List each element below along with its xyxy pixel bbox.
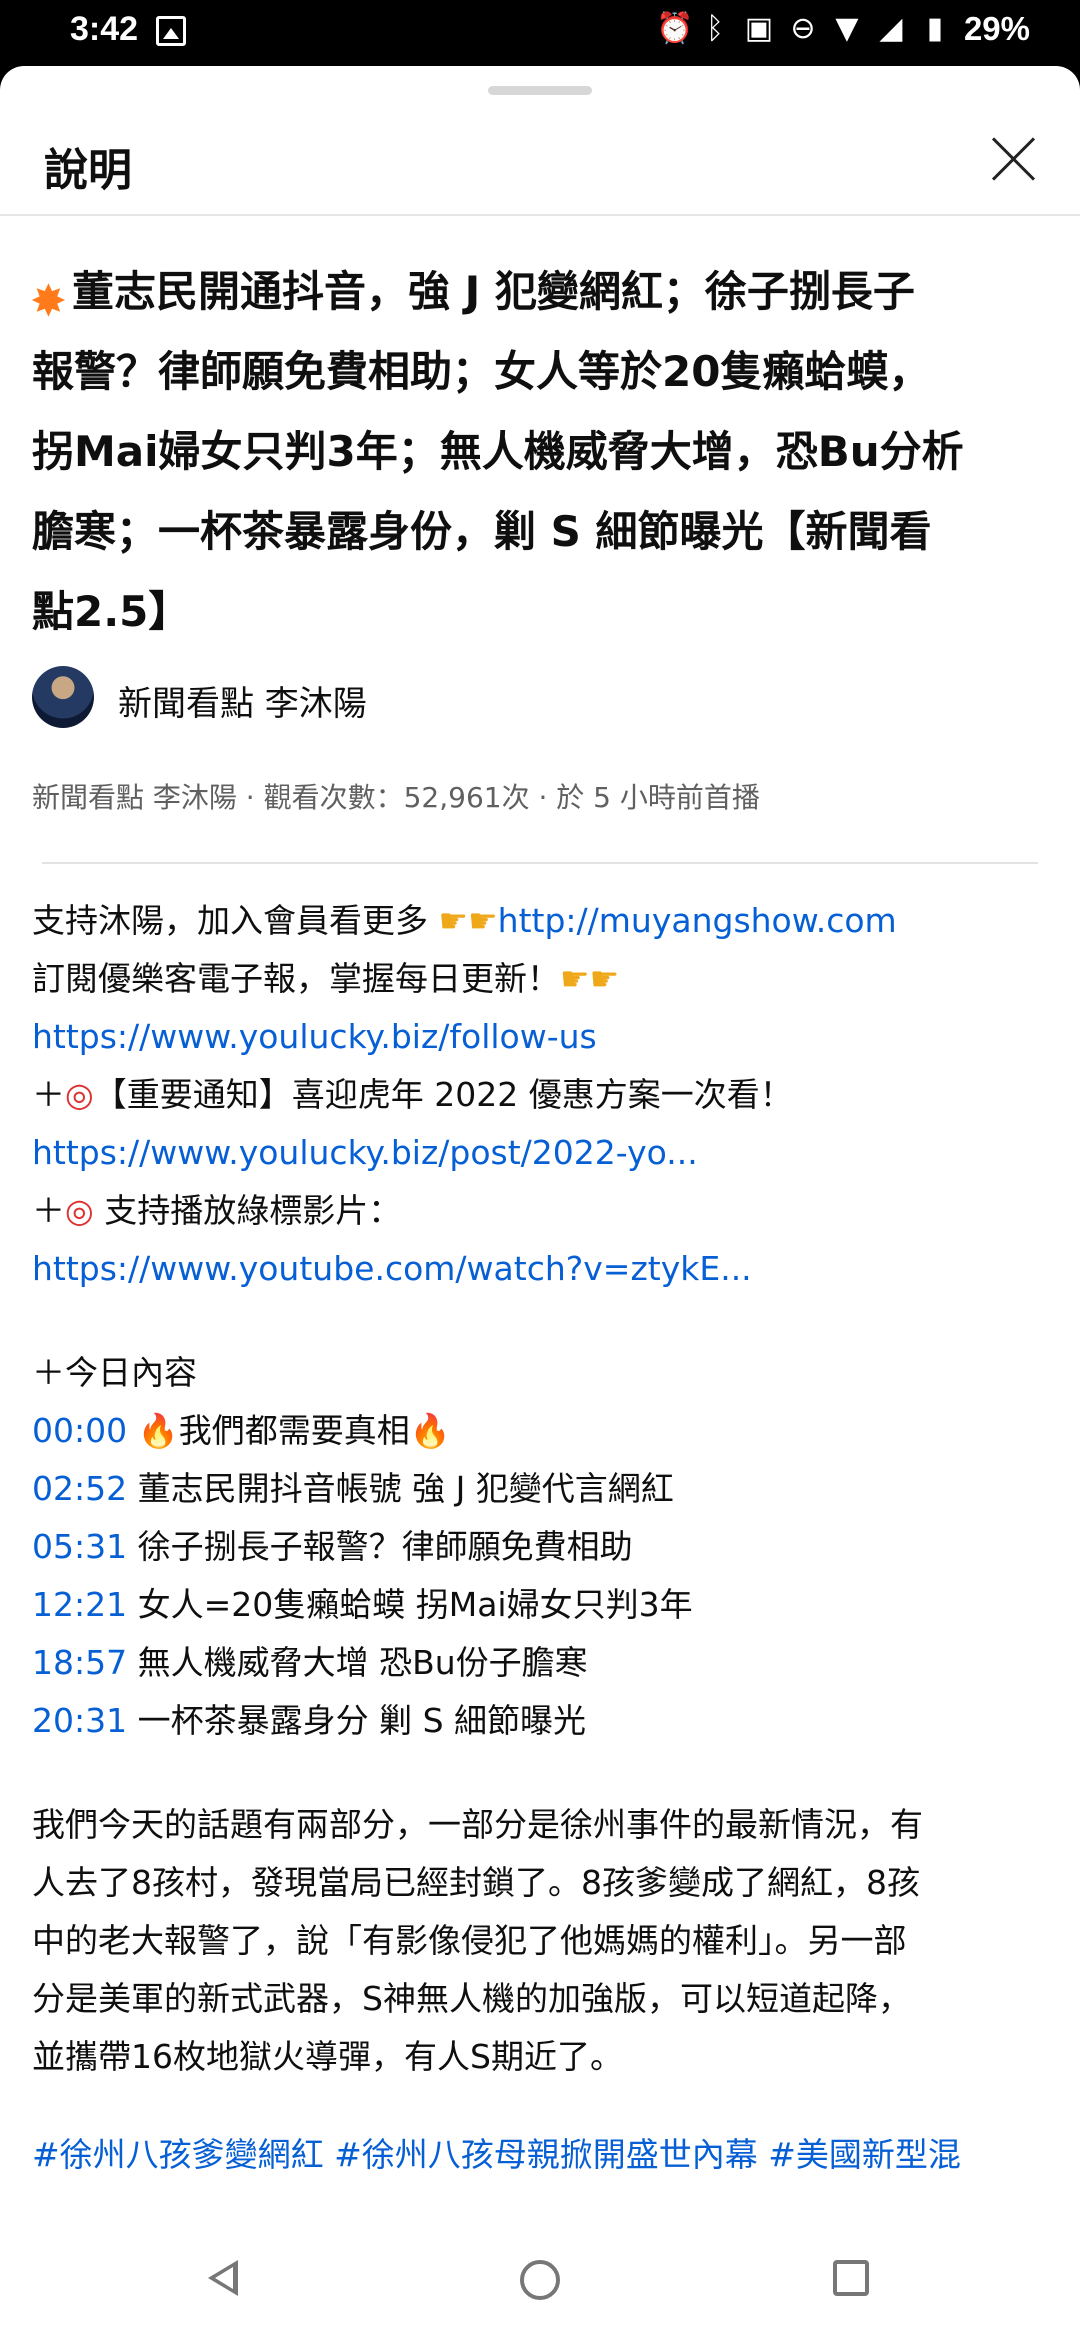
timestamp-link[interactable]: 05:31: [32, 1527, 127, 1566]
sheet-header: 說明: [0, 106, 1080, 216]
close-button[interactable]: [984, 128, 1044, 188]
collision-emoji-icon: [30, 262, 72, 342]
desc-line: 支持沐陽，加入會員看更多 ☛☛http://muyangshow.com: [32, 901, 897, 940]
target-icon: ◎: [65, 1191, 94, 1230]
wifi-icon: ▼: [835, 11, 859, 46]
membership-link[interactable]: http://muyangshow.com: [498, 901, 897, 940]
channel-row[interactable]: 新聞看點 李沐陽: [32, 666, 1048, 732]
video-title: 董志民開通抖音，強 J 犯變網紅；徐子捌長子 報警？律師願免費相助；女人等於20…: [30, 252, 1048, 652]
pointing-hand-icon: ☛☛: [438, 901, 498, 940]
promo-link[interactable]: https://www.youlucky.biz/post/2022-yo...: [32, 1124, 1048, 1182]
timestamp-row: 02:52 董志民開抖音帳號 強 J 犯變代言網紅: [32, 1469, 674, 1508]
timestamp-link[interactable]: 02:52: [32, 1469, 127, 1508]
image-notification-icon: [156, 16, 186, 46]
status-bar: 3:42 ⏰ ᛒ ▣ ⊖ ▼ ◢ ▮ 29%: [0, 0, 1080, 66]
desc-line: ＋◎【重要通知】喜迎虎年 2022 優惠方案一次看！: [32, 1075, 793, 1114]
today-header: ＋今日內容: [32, 1353, 197, 1392]
nfc-icon: ▣: [744, 11, 774, 46]
divider: [42, 862, 1038, 864]
recent-apps-icon[interactable]: [833, 2260, 869, 2296]
status-icons: ⏰ ᛒ ▣ ⊖ ▼ ◢ ▮ 29%: [656, 10, 1030, 48]
desc-line: ＋◎ 支持播放綠標影片：: [32, 1191, 402, 1230]
timestamp-row: 00:00 🔥我們都需要真相🔥: [32, 1411, 451, 1450]
youtube-link[interactable]: https://www.youtube.com/watch?v=ztykE...: [32, 1240, 1048, 1298]
fire-icon: 🔥: [137, 1411, 179, 1450]
drag-handle[interactable]: [488, 86, 592, 95]
description-body: 支持沐陽，加入會員看更多 ☛☛http://muyangshow.com 訂閱優…: [32, 892, 1048, 2184]
description-sheet: 說明 董志民開通抖音，強 J 犯變網紅；徐子捌長子 報警？律師願免費相助；女人等…: [0, 66, 1080, 2220]
follow-link[interactable]: https://www.youlucky.biz/follow-us: [32, 1008, 1048, 1066]
signal-icon: ◢: [879, 11, 903, 46]
pointing-hand-icon: ☛☛: [560, 959, 620, 998]
home-icon[interactable]: [520, 2260, 560, 2300]
status-time: 3:42: [70, 10, 139, 48]
timestamp-link[interactable]: 00:00: [32, 1411, 127, 1450]
hashtags[interactable]: #徐州八孩爹變網紅 #徐州八孩母親掀開盛世內幕 #美國新型混: [32, 2126, 1048, 2184]
navigation-bar: [0, 2220, 1080, 2340]
sheet-title: 說明: [44, 145, 132, 196]
timestamp-row: 05:31 徐子捌長子報警？律師願免費相助: [32, 1527, 633, 1566]
battery-icon: ▮: [926, 11, 944, 46]
timestamp-link[interactable]: 20:31: [32, 1701, 127, 1740]
timestamp-row: 20:31 一杯茶暴露身分 剿 S 細節曝光: [32, 1701, 587, 1740]
timestamp-link[interactable]: 18:57: [32, 1643, 127, 1682]
fire-icon: 🔥: [409, 1411, 451, 1450]
bluetooth-icon: ᛒ: [705, 11, 724, 46]
alarm-icon: ⏰: [655, 11, 694, 46]
channel-avatar[interactable]: [32, 666, 94, 728]
back-icon[interactable]: [208, 2260, 238, 2296]
summary-paragraph: 我們今天的話題有兩部分，一部分是徐州事件的最新情況，有 人去了8孩村，發現當局已…: [32, 1805, 923, 2076]
target-icon: ◎: [65, 1075, 94, 1114]
video-meta: 新聞看點 李沐陽 · 觀看次數：52,961次 · 於 5 小時前首播: [32, 781, 760, 814]
timestamp-row: 18:57 無人機威脅大增 恐Bu份子膽寒: [32, 1643, 588, 1682]
description-content: 董志民開通抖音，強 J 犯變網紅；徐子捌長子 報警？律師願免費相助；女人等於20…: [30, 252, 1048, 2184]
timestamp-link[interactable]: 12:21: [32, 1585, 127, 1624]
timestamp-row: 12:21 女人=20隻癩蛤蟆 拐Mai婦女只判3年: [32, 1585, 693, 1624]
battery-percent: 29%: [963, 10, 1030, 47]
channel-name[interactable]: 新聞看點 李沐陽: [118, 676, 367, 725]
do-not-disturb-icon: ⊖: [790, 11, 816, 46]
desc-line: 訂閱優樂客電子報，掌握每日更新！☛☛: [32, 959, 620, 998]
